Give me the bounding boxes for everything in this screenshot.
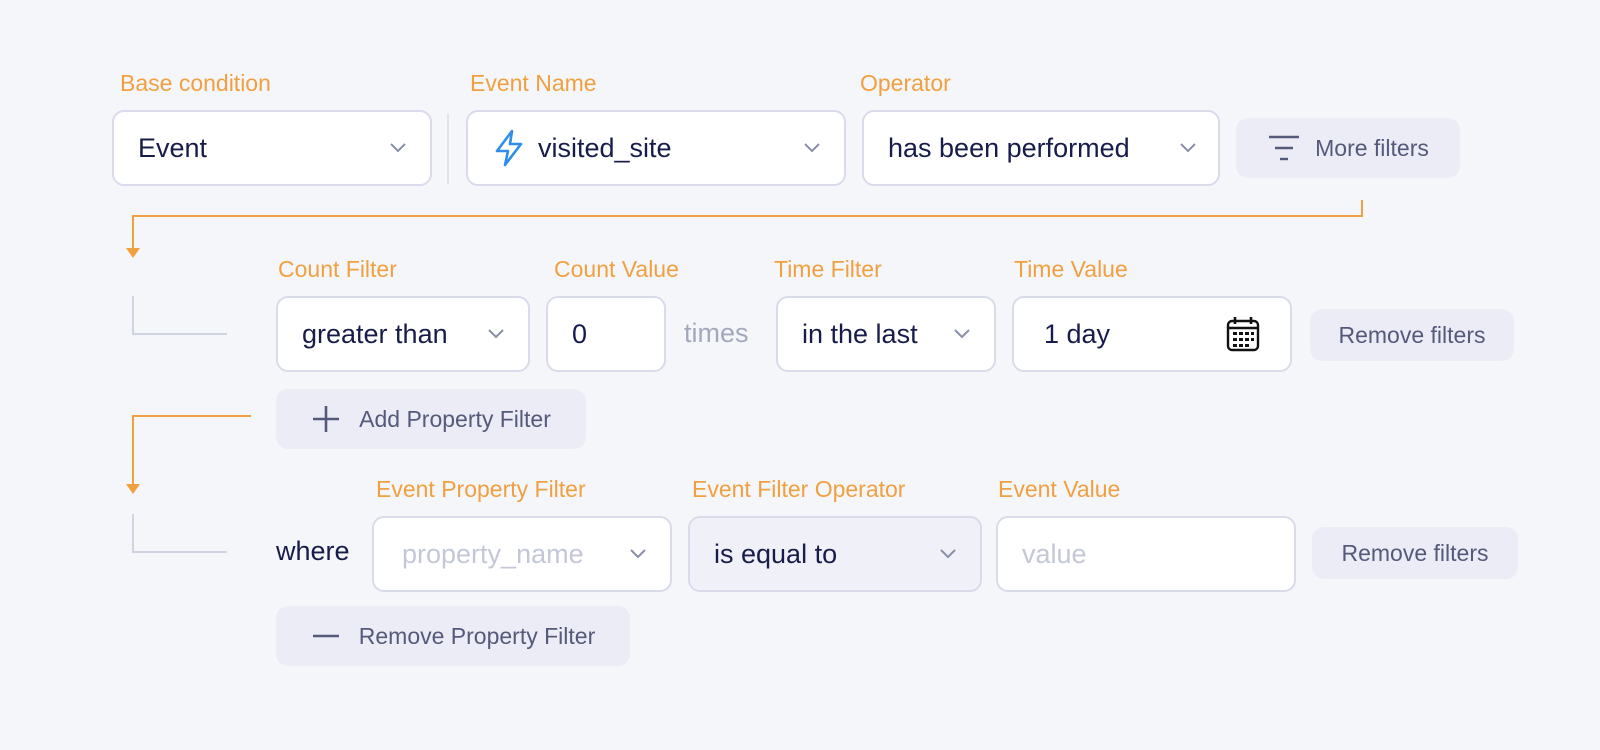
add-property-filter-button[interactable]: Add Property Filter [276, 389, 586, 449]
count-filter-select[interactable]: greater than [276, 296, 530, 372]
times-label: times [684, 318, 749, 348]
event-value-placeholder: value [1022, 538, 1087, 569]
base-condition-label: Base condition [120, 70, 271, 96]
event-value-input[interactable]: value [996, 516, 1296, 592]
time-value-input[interactable]: 1 day [1012, 296, 1292, 372]
remove-filters-button-2[interactable]: Remove filters [1312, 527, 1518, 579]
count-filter-label: Count Filter [278, 256, 397, 282]
remove-property-filter-label: Remove Property Filter [358, 622, 596, 649]
base-condition-value: Event [138, 132, 208, 163]
time-value-text: 1 day [1044, 318, 1111, 349]
event-property-placeholder: property_name [402, 538, 584, 569]
chevron-down-icon [488, 329, 504, 339]
filter-icon [1269, 135, 1300, 161]
remove-filters-label: Remove filters [1338, 321, 1486, 348]
chevron-down-icon [804, 143, 820, 153]
lightning-icon [495, 129, 523, 167]
operator-value: has been performed [888, 132, 1130, 163]
add-property-filter-label: Add Property Filter [359, 405, 551, 432]
plus-icon [313, 406, 340, 432]
event-property-filter-select[interactable]: property_name [372, 516, 672, 592]
count-value-label: Count Value [554, 256, 679, 282]
chevron-down-icon [1180, 143, 1196, 153]
count-value-text: 0 [572, 318, 588, 349]
time-value-label: Time Value [1014, 256, 1128, 282]
remove-filters-button[interactable]: Remove filters [1310, 309, 1514, 361]
more-filters-label: More filters [1315, 134, 1429, 161]
event-value-label: Event Value [998, 476, 1121, 502]
time-filter-label: Time Filter [774, 256, 882, 282]
base-condition-select[interactable]: Event [112, 110, 432, 186]
operator-select[interactable]: has been performed [862, 110, 1220, 186]
minus-icon [312, 634, 339, 638]
event-name-label: Event Name [470, 70, 597, 96]
event-filter-operator-value: is equal to [714, 538, 838, 569]
event-filter-operator-label: Event Filter Operator [692, 476, 906, 502]
event-filter-operator-select[interactable]: is equal to [688, 516, 982, 592]
remove-property-filter-button[interactable]: Remove Property Filter [276, 606, 630, 666]
event-name-value: visited_site [538, 132, 672, 163]
chevron-down-icon [390, 143, 406, 153]
chevron-down-icon [954, 329, 970, 339]
calendar-icon[interactable] [1226, 316, 1260, 352]
remove-filters-label-2: Remove filters [1341, 539, 1489, 566]
more-filters-button[interactable]: More filters [1236, 118, 1460, 178]
time-filter-value: in the last [802, 318, 918, 349]
time-filter-select[interactable]: in the last [776, 296, 996, 372]
event-name-select[interactable]: visited_site [466, 110, 846, 186]
count-filter-value: greater than [302, 318, 448, 349]
chevron-down-icon [940, 549, 956, 559]
event-property-filter-label: Event Property Filter [376, 476, 586, 502]
count-value-input[interactable]: 0 [546, 296, 666, 372]
operator-label: Operator [860, 70, 951, 96]
chevron-down-icon [630, 549, 646, 559]
where-label: where [276, 536, 350, 566]
